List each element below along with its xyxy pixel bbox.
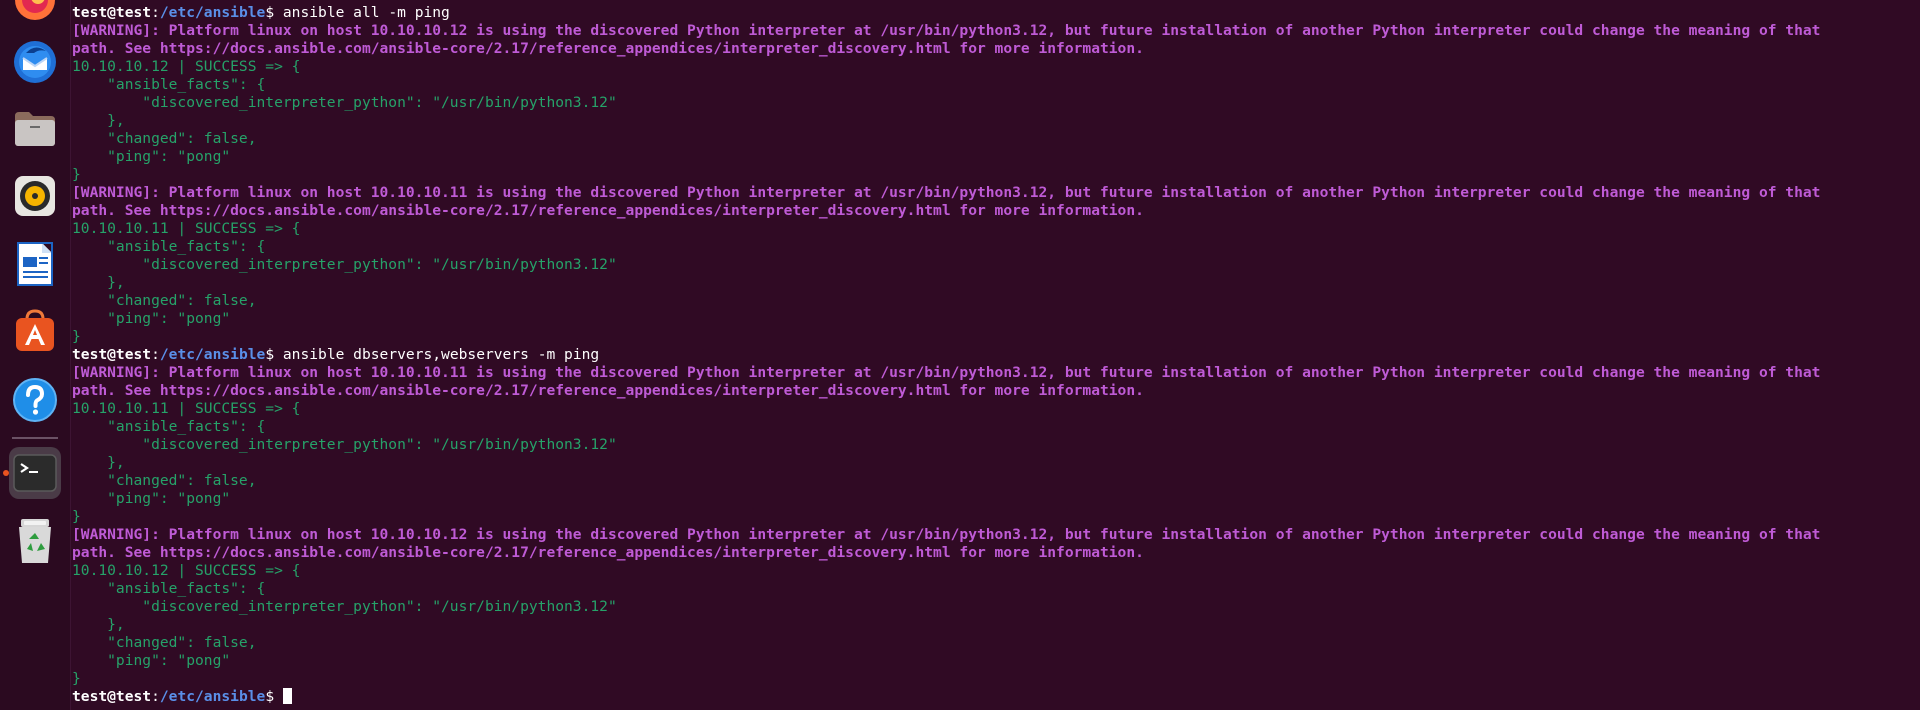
output-line: "ping": "pong" [72,490,231,507]
prompt-path: /etc/ansible [159,346,266,363]
terminal-output[interactable]: test@test:/etc/ansible$ ansible all -m p… [72,4,1920,708]
dock-help[interactable] [9,374,61,426]
running-indicator [3,470,9,476]
output-line: 10.10.10.12 | SUCCESS => { [72,58,301,75]
dock-firefox[interactable] [9,0,61,26]
output-line: "discovered_interpreter_python": "/usr/b… [72,436,617,453]
warning-line: path. See https://docs.ansible.com/ansib… [72,382,1144,399]
output-line: }, [72,112,125,129]
warning-line: [WARNING]: Platform linux on host 10.10.… [72,526,1821,543]
output-line: "ping": "pong" [72,148,231,165]
prompt-path: /etc/ansible [159,688,266,705]
rhythmbox-icon [15,176,55,216]
output-line: "ansible_facts": { [72,418,266,435]
output-line: 10.10.10.11 | SUCCESS => { [72,220,301,237]
app-center-icon [16,309,54,351]
prompt-colon: : [151,688,160,705]
dock-thunderbird[interactable] [9,36,61,88]
prompt-dollar: $ [265,688,275,705]
warning-line: [WARNING]: Platform linux on host 10.10.… [72,364,1821,381]
terminal-icon [13,454,57,492]
prompt-path: /etc/ansible [159,4,266,21]
output-line: 10.10.10.12 | SUCCESS => { [72,562,301,579]
writer-icon [17,242,53,286]
output-line: "discovered_interpreter_python": "/usr/b… [72,94,617,111]
output-line: "ping": "pong" [72,652,231,669]
warning-line: [WARNING]: Platform linux on host 10.10.… [72,184,1821,201]
dock-writer[interactable] [9,238,61,290]
output-line: "changed": false, [72,292,257,309]
command-text: ansible all -m ping [274,4,450,21]
prompt-colon: : [151,346,160,363]
output-line: }, [72,616,125,633]
output-line: "ansible_facts": { [72,238,266,255]
output-line: } [72,328,81,345]
text-cursor [282,688,292,704]
output-line: 10.10.10.11 | SUCCESS => { [72,400,301,417]
output-line: "changed": false, [72,472,257,489]
output-line: } [72,670,81,687]
prompt-user-host: test@test [72,346,152,363]
thunderbird-icon [14,41,56,83]
output-line: "ansible_facts": { [72,76,266,93]
output-line: "discovered_interpreter_python": "/usr/b… [72,256,617,273]
prompt-dollar: $ [265,4,275,21]
output-line: "discovered_interpreter_python": "/usr/b… [72,598,617,615]
trash-icon [19,519,51,563]
dock [0,0,71,710]
command-text: ansible dbservers,webservers -m ping [274,346,600,363]
help-icon [13,378,57,422]
warning-line: path. See https://docs.ansible.com/ansib… [72,202,1144,219]
command-input[interactable] [274,688,283,705]
output-line: "ansible_facts": { [72,580,266,597]
prompt-colon: : [151,4,160,21]
prompt-line: test@test:/etc/ansible$ ansible all -m p… [72,4,1920,22]
output-line: "ping": "pong" [72,310,231,327]
dock-files[interactable] [9,102,61,154]
prompt-line: test@test:/etc/ansible$ [72,688,1920,706]
output-line: }, [72,274,125,291]
output-line: } [72,166,81,183]
prompt-line: test@test:/etc/ansible$ ansible dbserver… [72,346,1920,364]
dock-app-center[interactable] [9,304,61,356]
warning-line: path. See https://docs.ansible.com/ansib… [72,544,1144,561]
firefox-icon [15,0,55,20]
prompt-user-host: test@test [72,688,152,705]
warning-line: [WARNING]: Platform linux on host 10.10.… [72,22,1821,39]
output-line: } [72,508,81,525]
dock-separator [12,437,58,439]
warning-line: path. See https://docs.ansible.com/ansib… [72,40,1144,57]
dock-trash[interactable] [9,515,61,567]
dock-terminal[interactable] [9,447,61,499]
output-line: "changed": false, [72,634,257,651]
files-icon [15,112,55,146]
prompt-dollar: $ [265,346,275,363]
output-line: "changed": false, [72,130,257,147]
output-line: }, [72,454,125,471]
dock-rhythmbox[interactable] [9,170,61,222]
prompt-user-host: test@test [72,4,152,21]
